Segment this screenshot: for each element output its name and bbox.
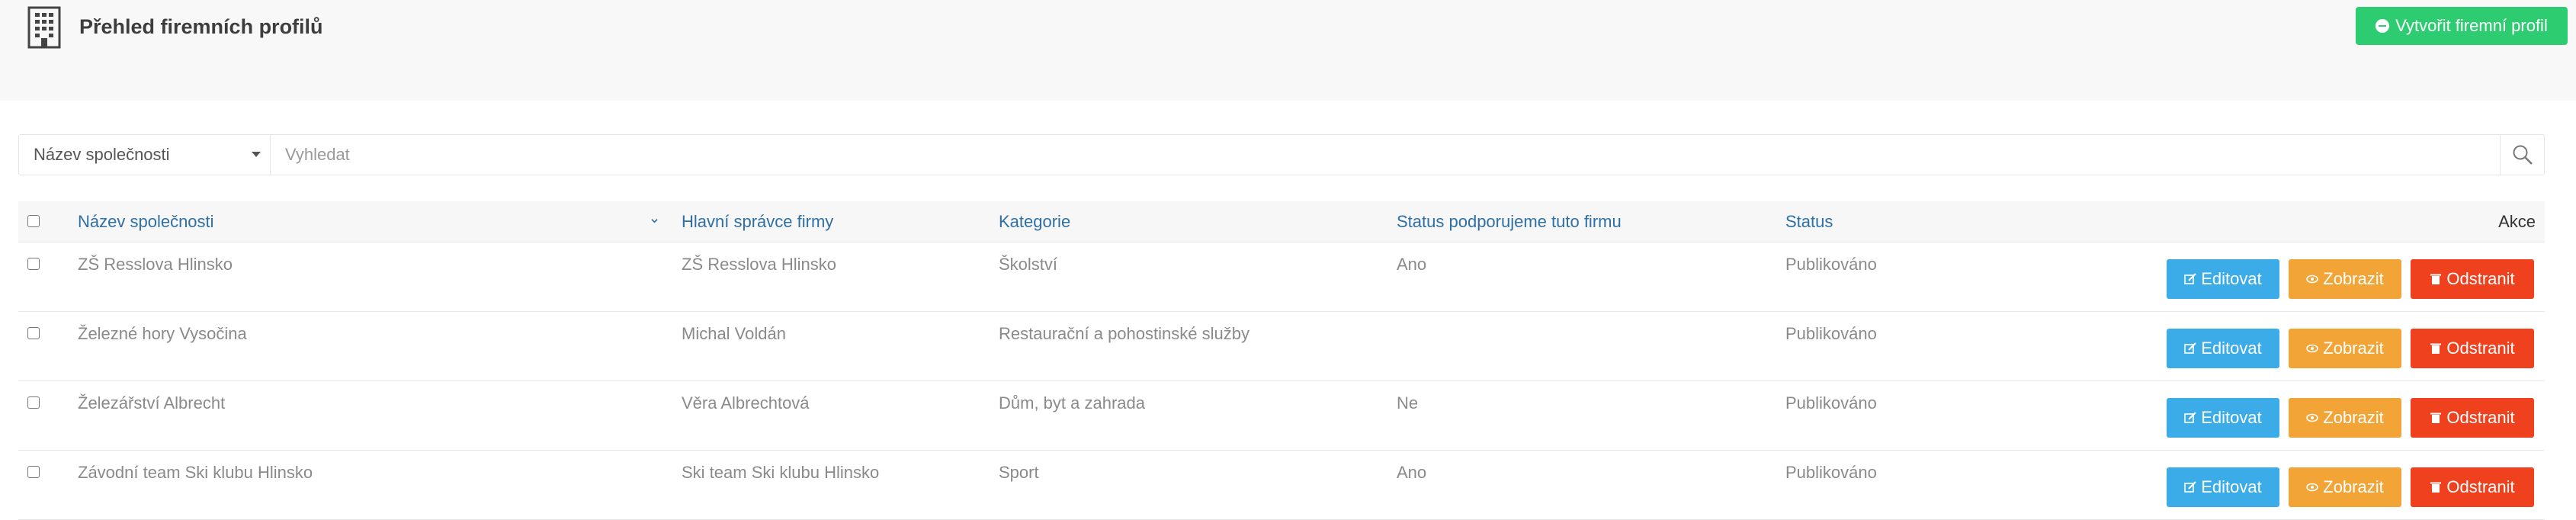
create-profile-label: Vytvořit firemní profil	[2395, 16, 2548, 35]
plus-circle-icon	[2376, 19, 2390, 33]
delete-button[interactable]: Odstranit	[2411, 259, 2534, 299]
edit-button[interactable]: Editovat	[2167, 259, 2279, 299]
page-title: Přehled firemních profilů	[79, 15, 323, 38]
column-header-category[interactable]: Kategorie	[999, 201, 1070, 242]
table-row: ZŠ Resslova Hlinsko ZŠ Resslova Hlinsko …	[18, 242, 2545, 312]
search-field-value: Název společnosti	[34, 145, 170, 164]
search-bar: Název společnosti	[18, 134, 2545, 175]
cell-category: Sport	[999, 463, 1039, 482]
cell-admin: Ski team Ski klubu Hlinsko	[682, 463, 880, 482]
building-icon	[27, 6, 61, 49]
trash-icon	[2430, 482, 2442, 493]
cell-category: Dům, byt a zahrada	[999, 393, 1145, 412]
view-button-label: Zobrazit	[2323, 477, 2384, 496]
eye-icon	[2306, 413, 2319, 422]
cell-admin: Věra Albrechtová	[682, 393, 810, 412]
eye-icon	[2306, 274, 2319, 284]
delete-button-label: Odstranit	[2446, 339, 2515, 358]
cell-support: Ano	[1397, 255, 1427, 274]
delete-button-label: Odstranit	[2446, 408, 2515, 427]
search-button[interactable]	[2500, 135, 2544, 175]
row-checkbox[interactable]	[27, 466, 40, 478]
cell-admin: ZŠ Resslova Hlinsko	[682, 255, 836, 274]
table-row: Železné hory Vysočina Michal Voldán Rest…	[18, 312, 2545, 381]
edit-button-label: Editovat	[2201, 269, 2262, 288]
edit-button[interactable]: Editovat	[2167, 467, 2279, 507]
select-all-checkbox[interactable]	[27, 215, 40, 227]
column-header-admin[interactable]: Hlavní správce firmy	[682, 201, 833, 242]
delete-button-label: Odstranit	[2446, 269, 2515, 288]
view-button-label: Zobrazit	[2323, 339, 2384, 358]
edit-button-label: Editovat	[2201, 477, 2262, 496]
cell-admin: Michal Voldán	[682, 324, 786, 343]
cell-status: Publikováno	[1785, 324, 1877, 343]
trash-icon	[2430, 343, 2442, 354]
view-button[interactable]: Zobrazit	[2289, 329, 2401, 368]
page-header: Přehled firemních profilů Vytvořit firem…	[0, 0, 2576, 101]
create-profile-button[interactable]: Vytvořit firemní profil	[2356, 7, 2568, 45]
table-row: Železářství Albrecht Věra Albrechtová Dů…	[18, 381, 2545, 451]
column-header-status[interactable]: Status	[1785, 201, 1833, 242]
trash-icon	[2430, 274, 2442, 284]
edit-icon	[2184, 481, 2196, 493]
cell-status: Publikováno	[1785, 463, 1877, 482]
column-header-actions: Akce	[2498, 212, 2536, 231]
view-button[interactable]: Zobrazit	[2289, 398, 2401, 438]
cell-name: ZŠ Resslova Hlinsko	[78, 255, 233, 274]
table-row: Závodní team Ski klubu Hlinsko Ski team …	[18, 451, 2545, 520]
cell-category: Školství	[999, 255, 1058, 274]
cell-name: Závodní team Ski klubu Hlinsko	[78, 463, 313, 482]
edit-button[interactable]: Editovat	[2167, 329, 2279, 368]
column-header-support[interactable]: Status podporujeme tuto firmu	[1397, 201, 1622, 242]
table-header: Název společnosti Hlavní správce firmy K…	[18, 201, 2545, 242]
edit-button-label: Editovat	[2201, 408, 2262, 427]
edit-icon	[2184, 273, 2196, 284]
eye-icon	[2306, 344, 2319, 353]
delete-button[interactable]: Odstranit	[2411, 467, 2534, 507]
caret-down-icon	[252, 152, 261, 157]
delete-button[interactable]: Odstranit	[2411, 329, 2534, 368]
view-button-label: Zobrazit	[2323, 269, 2384, 288]
cell-status: Publikováno	[1785, 255, 1877, 274]
cell-support: Ano	[1397, 463, 1427, 482]
search-input[interactable]	[271, 136, 2497, 174]
row-checkbox[interactable]	[27, 327, 40, 339]
profiles-table: Název společnosti Hlavní správce firmy K…	[18, 201, 2545, 520]
view-button[interactable]: Zobrazit	[2289, 259, 2401, 299]
edit-icon	[2184, 342, 2196, 354]
row-checkbox[interactable]	[27, 258, 40, 270]
cell-status: Publikováno	[1785, 393, 1877, 412]
sort-chevron-icon[interactable]	[651, 217, 658, 224]
search-icon	[2513, 145, 2533, 165]
edit-button-label: Editovat	[2201, 339, 2262, 358]
view-button[interactable]: Zobrazit	[2289, 467, 2401, 507]
search-field-select[interactable]: Název společnosti	[19, 135, 271, 175]
cell-support: Ne	[1397, 393, 1419, 412]
column-header-name[interactable]: Název společnosti	[78, 201, 214, 242]
cell-name: Železářství Albrecht	[78, 393, 226, 412]
edit-button[interactable]: Editovat	[2167, 398, 2279, 438]
eye-icon	[2306, 483, 2319, 492]
cell-name: Železné hory Vysočina	[78, 324, 247, 343]
delete-button[interactable]: Odstranit	[2411, 398, 2534, 438]
view-button-label: Zobrazit	[2323, 408, 2384, 427]
trash-icon	[2430, 412, 2442, 423]
cell-category: Restaurační a pohostinské služby	[999, 324, 1250, 343]
delete-button-label: Odstranit	[2446, 477, 2515, 496]
edit-icon	[2184, 412, 2196, 423]
row-checkbox[interactable]	[27, 396, 40, 409]
